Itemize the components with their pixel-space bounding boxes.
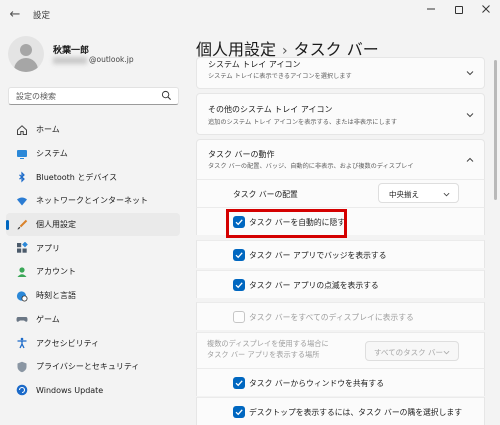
share-window-label: タスク バーからウィンドウを共有する	[249, 379, 385, 388]
sidebar-item-privacy[interactable]: プライバシーとセキュリティ	[6, 355, 180, 379]
show-desktop-label: デスクトップを表示するには、タスク バーの隅を選択します	[249, 408, 462, 417]
back-button[interactable]: ←	[4, 5, 26, 25]
highlight-box	[226, 209, 347, 238]
share-window-row: タスク バーからウィンドウを共有する	[196, 368, 485, 396]
sidebar-item-label: 個人用設定	[36, 220, 76, 230]
sidebar-item-label: プライバシーとセキュリティ	[36, 362, 140, 372]
sidebar-item-network[interactable]: ネットワークとインターネット	[6, 189, 180, 213]
card-title: その他のシステム トレイ アイコン	[208, 105, 333, 114]
sidebar-item-gaming[interactable]: ゲーム	[6, 308, 180, 332]
email-redacted	[53, 57, 87, 64]
sidebar-item-label: ゲーム	[36, 314, 60, 324]
home-icon	[16, 124, 28, 136]
sidebar-item-bluetooth[interactable]: Bluetooth とデバイス	[6, 165, 180, 189]
sidebar-item-label: ホーム	[36, 125, 60, 135]
all-displays-label: タスク バーをすべてのディスプレイに表示する	[249, 313, 414, 322]
chevron-down-icon	[443, 192, 450, 197]
sidebar-item-label: アクセシビリティ	[36, 338, 100, 348]
update-icon	[16, 384, 28, 396]
badges-row: タスク バー アプリでバッジを表示する	[196, 240, 485, 268]
globe-clock-icon	[16, 290, 28, 302]
flashing-checkbox[interactable]	[233, 279, 245, 291]
accessibility-icon	[16, 337, 28, 349]
taskbar-alignment-label: タスク バーの配置	[233, 190, 298, 199]
sidebar-nav: ホーム システム Bluetooth とデバイス ネットワークとインターネット …	[6, 118, 180, 402]
sidebar-item-windows-update[interactable]: Windows Update	[6, 379, 180, 403]
monitor-icon	[16, 148, 28, 160]
checkmark-icon	[235, 282, 243, 289]
multi-display-label-2: タスク バー アプリを表示する場所	[207, 350, 320, 359]
sidebar-item-personalization[interactable]: 個人用設定	[6, 212, 180, 237]
title-bar: ← 設定	[0, 0, 500, 30]
chevron-up-icon	[466, 157, 474, 162]
other-tray-icons-card[interactable]: その他のシステム トレイ アイコン 追加のシステム トレイ アイコンを表示する、…	[196, 93, 485, 135]
sidebar-item-label: システム	[36, 149, 68, 159]
search-input[interactable]: 設定の検索	[8, 87, 179, 105]
card-title: システム トレイ アイコン	[208, 60, 301, 69]
sidebar-item-label: Bluetooth とデバイス	[36, 172, 118, 182]
close-icon	[482, 5, 490, 13]
minimize-icon	[427, 8, 435, 10]
tray-icons-card[interactable]: システム トレイ アイコン システム トレイに表示できるアイコンを選択します	[196, 57, 485, 89]
maximize-icon	[455, 6, 463, 14]
wifi-icon	[16, 195, 28, 207]
taskbar-alignment-select[interactable]: 中央揃え	[378, 183, 459, 203]
taskbar-behaviors-header[interactable]: タスク バーの動作 タスク バーの配置、バッジ、自動的に非表示、および複数のディ…	[196, 139, 485, 179]
select-value: 中央揃え	[389, 190, 419, 199]
badges-label: タスク バー アプリでバッジを表示する	[249, 251, 387, 260]
user-email: @outlook.jp	[89, 55, 134, 64]
checkmark-icon	[235, 380, 243, 387]
share-window-checkbox[interactable]	[233, 377, 245, 389]
user-name: 秋葉一郎	[53, 46, 90, 56]
checkmark-icon	[235, 252, 243, 259]
maximize-button[interactable]	[445, 3, 473, 19]
minimize-button[interactable]	[417, 3, 445, 19]
multi-display-label-1: 複数のディスプレイを使用する場合に	[207, 339, 329, 348]
sidebar-item-system[interactable]: システム	[6, 142, 180, 166]
app-title: 設定	[33, 11, 51, 21]
sidebar-item-time-language[interactable]: 時刻と言語	[6, 284, 180, 308]
card-subtitle: 追加のシステム トレイ アイコンを表示する、または非表示にします	[208, 119, 398, 126]
sidebar-item-label: ネットワークとインターネット	[36, 196, 148, 206]
chevron-down-icon	[443, 350, 450, 355]
sidebar-item-label: アプリ	[36, 243, 60, 253]
sidebar-item-accessibility[interactable]: アクセシビリティ	[6, 331, 180, 355]
gamepad-icon	[16, 313, 28, 325]
sidebar-item-label: アカウント	[36, 267, 76, 277]
show-desktop-checkbox[interactable]	[233, 406, 245, 418]
badges-checkbox[interactable]	[233, 249, 245, 261]
search-icon	[161, 90, 171, 100]
person-icon	[16, 266, 28, 278]
all-displays-row: タスク バーをすべてのディスプレイに表示する	[196, 302, 485, 330]
card-title: タスク バーの動作	[208, 150, 275, 159]
checkmark-icon	[235, 409, 243, 416]
brush-icon	[16, 219, 28, 231]
flashing-label: タスク バー アプリの点滅を表示する	[249, 281, 379, 290]
multi-display-row: 複数のディスプレイを使用する場合に タスク バー アプリを表示する場所 すべての…	[196, 332, 485, 368]
bluetooth-icon	[16, 171, 28, 183]
multi-display-select[interactable]: すべてのタスク バー	[365, 341, 459, 361]
scrollbar[interactable]	[494, 60, 497, 200]
sidebar-item-label: 時刻と言語	[36, 291, 76, 301]
avatar[interactable]	[8, 36, 44, 72]
search-placeholder: 設定の検索	[16, 92, 56, 101]
close-button[interactable]	[472, 3, 500, 19]
select-value: すべてのタスク バー	[374, 348, 444, 357]
chevron-down-icon	[466, 113, 474, 118]
all-displays-checkbox[interactable]	[233, 311, 245, 323]
show-desktop-row: デスクトップを表示するには、タスク バーの隅を選択します	[196, 397, 485, 425]
apps-icon	[16, 242, 28, 254]
sidebar-item-label: Windows Update	[36, 385, 104, 395]
flashing-row: タスク バー アプリの点滅を表示する	[196, 270, 485, 298]
sidebar-item-home[interactable]: ホーム	[6, 118, 180, 142]
card-subtitle: タスク バーの配置、バッジ、自動的に非表示、および複数のディスプレイ	[208, 163, 414, 170]
sidebar-item-apps[interactable]: アプリ	[6, 236, 180, 260]
card-subtitle: システム トレイに表示できるアイコンを選択します	[208, 73, 352, 80]
taskbar-alignment-row: タスク バーの配置 中央揃え	[196, 179, 485, 207]
chevron-down-icon	[466, 71, 474, 76]
shield-icon	[16, 361, 28, 373]
sidebar-item-accounts[interactable]: アカウント	[6, 260, 180, 284]
